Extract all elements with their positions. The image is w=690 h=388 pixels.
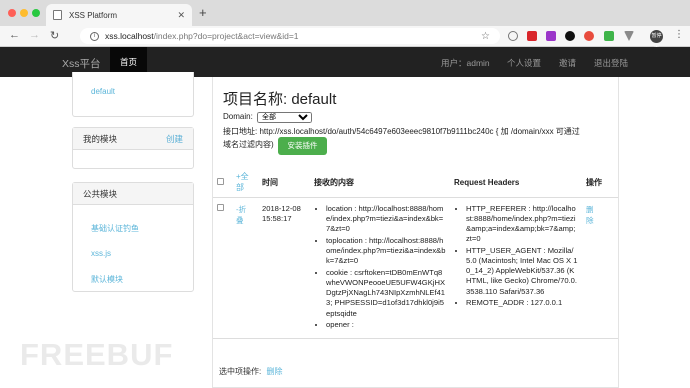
extension-icon[interactable] [565,31,575,41]
back-arrow-icon[interactable]: ← [9,29,20,41]
profile-avatar[interactable]: 暂停中 [650,30,663,52]
row-collapse-cell: -折叠 [232,197,258,339]
row-checkbox[interactable] [217,203,224,211]
bulk-delete-link[interactable]: 删除 [266,367,282,376]
nav-invite[interactable]: 邀请 [559,57,576,69]
my-modules-header: 我的模块 创建 [73,128,193,150]
nav-logout[interactable]: 退出登陆 [594,57,628,69]
row-headers-cell: HTTP_REFERER : http://localhost:8888/hom… [450,197,582,339]
select-all-checkbox[interactable] [217,177,224,185]
header-expand-cell: +全部 [232,168,258,198]
url-path: /index.php?do=project&act=view&id=1 [153,31,299,41]
header-checkbox-cell [213,168,232,198]
extension-icon[interactable] [508,31,518,41]
module-link-xss-js[interactable]: xss.js [91,249,111,258]
public-modules-title: 公共模块 [83,188,118,199]
close-window-icon[interactable] [8,9,16,17]
domain-filter: Domain: 全部 [223,112,313,123]
header-item-remote-addr: REMOTE_ADDR : 127.0.0.1 [466,298,578,308]
project-link-default[interactable]: default [91,87,115,96]
row-time: 2018-12-08 15:58:17 [258,197,310,339]
header-actions: 操作 [582,168,618,198]
module-link-basic-auth[interactable]: 基础认证钓鱼 [91,223,139,234]
url-input[interactable]: i xss.localhost/index.php?do=project&act… [80,28,500,44]
extension-icon[interactable] [604,31,614,41]
freebuf-watermark: FREEBUF [20,337,174,372]
content-item-opener: opener : [326,320,446,330]
install-plugin-button[interactable]: 安装插件 [278,137,327,155]
collapse-text: -折 [236,204,247,214]
extension-icon[interactable] [624,31,634,41]
content-item-cookie: cookie : csrftoken=tDB0mEnWTq8wheVWONPeo… [326,268,446,319]
records-table: +全部 时间 接收的内容 Request Headers 操作 -折叠 2018… [213,168,618,339]
row-actions-cell: 删除 [582,197,618,339]
content-item-location: location : http://localhost:8888/home/in… [326,204,446,235]
headers-list: HTTP_REFERER : http://localhost:8888/hom… [454,204,578,309]
header-request-headers: Request Headers [450,168,582,198]
address-bar-row: ← → ↻ i xss.localhost/index.php?do=proje… [0,26,690,52]
table-header-row: +全部 时间 接收的内容 Request Headers 操作 [213,168,618,198]
row-content-cell: location : http://localhost:8888/home/in… [310,197,450,339]
content-list: location : http://localhost:8888/home/in… [314,204,446,331]
bulk-actions-label: 选中项操作: [219,367,262,376]
page-title: 项目名称: default [223,91,337,108]
browser-menu-icon[interactable]: ⋮ [674,29,684,40]
extension-icon[interactable] [546,31,556,41]
expand-all-text-2: 部 [236,183,244,193]
info-icon[interactable]: i [90,31,99,41]
nav-user[interactable]: 用户：admin [441,57,490,69]
header-item-user-agent: HTTP_USER_AGENT : Mozilla/5.0 (Macintosh… [466,246,578,297]
domain-label: Domain: [223,112,253,121]
bookmark-star-icon[interactable]: ☆ [481,31,490,42]
domain-select[interactable]: 全部 [257,112,313,123]
table-row: -折叠 2018-12-08 15:58:17 location : http:… [213,197,618,339]
reload-icon[interactable]: ↻ [50,29,59,42]
public-modules-header: 公共模块 [73,183,193,205]
close-tab-icon[interactable]: ✕ [177,10,185,21]
tab-title: XSS Platform [69,10,118,20]
header-item-referer: HTTP_REFERER : http://localhost:8888/hom… [466,204,578,245]
content-item-toplocation: toplocation : http://localhost:8888/home… [326,236,446,267]
module-link-default[interactable]: 默认模块 [91,274,123,285]
adblock-extension-icon[interactable] [527,31,537,41]
forward-arrow-icon[interactable]: → [29,29,40,41]
page-favicon-icon [53,10,62,20]
collapse-link[interactable]: -折叠 [236,205,246,225]
nav-settings[interactable]: 个人设置 [507,57,541,69]
row-checkbox-cell [213,197,232,339]
browser-tab-bar: XSS Platform ✕ + [0,0,690,26]
public-modules-panel: 公共模块 基础认证钓鱼 xss.js 默认模块 [72,182,194,292]
my-modules-title: 我的模块 [83,133,118,144]
site-brand[interactable]: Xss平台 [62,56,101,71]
create-module-link[interactable]: 创建 [166,133,183,145]
expand-all-link[interactable]: +全部 [236,172,249,192]
collapse-text-2: 叠 [236,215,244,225]
expand-all-text: +全 [236,172,249,182]
header-time: 时间 [258,168,310,198]
url-host: xss.localhost [105,31,154,41]
maximize-window-icon[interactable] [32,9,40,17]
project-list-panel: default [72,72,194,117]
minimize-window-icon[interactable] [20,9,28,17]
row-delete-link[interactable]: 删除 [586,204,596,226]
bulk-actions: 选中项操作: 删除 [219,366,282,377]
extension-icon[interactable] [584,31,594,41]
header-content: 接收的内容 [310,168,450,198]
my-modules-panel: 我的模块 创建 [72,127,194,169]
new-tab-button[interactable]: + [199,5,207,20]
browser-tab[interactable]: XSS Platform ✕ [46,4,192,26]
